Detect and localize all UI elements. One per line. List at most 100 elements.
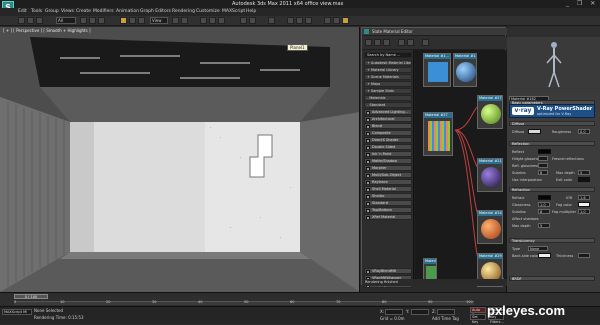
window-controls[interactable]: _ ❐ ✕ [566,0,598,7]
set-key-button[interactable]: Set Key [470,314,486,324]
max-depth-field[interactable]: 5 [578,170,590,175]
ior-field[interactable]: 1.6 [578,195,590,200]
select-rotate-button[interactable] [129,17,136,24]
select-object-button[interactable] [80,17,87,24]
menu-item-animation[interactable]: Animation [116,9,139,14]
pick-material-button[interactable] [365,39,372,46]
menu-item-tools[interactable]: Tools [31,9,42,14]
mirror-button[interactable] [240,17,247,24]
browser-item[interactable]: Composite [364,130,412,136]
select-move-button[interactable] [120,17,127,24]
back-side-color-swatch[interactable] [538,253,551,258]
link-button[interactable] [36,17,43,24]
browser-item[interactable]: VRayBlendMtl [364,268,412,274]
menu-item-modifiers[interactable]: Modifiers [93,9,114,14]
y-coordinate-field[interactable] [411,309,429,315]
show-map-button[interactable] [398,39,405,46]
browser-item[interactable]: Advanced Lighting... [364,109,412,115]
section-reflection[interactable]: Reflection [509,141,595,146]
node-material-4[interactable]: Material #24 [477,210,503,244]
browser-item[interactable]: DirectX Shader [364,137,412,143]
node-texture[interactable]: Material #27 [423,112,453,156]
menu-item-help[interactable]: Help [246,9,256,14]
material-editor-button[interactable] [305,17,312,24]
node-material-1[interactable]: Material #1... [453,53,477,87]
menu-item-rendering[interactable]: Rendering [172,9,195,14]
browser-group-samples[interactable]: + Sample Slots [364,88,412,94]
schematic-view-button[interactable] [296,17,303,24]
undo-button[interactable] [18,17,25,24]
browser-item[interactable]: Shell Material [364,186,412,192]
manipulate-button[interactable] [181,17,188,24]
menu-item-create[interactable]: Create [76,9,91,14]
select-scale-button[interactable] [138,17,145,24]
redo-button[interactable] [27,17,34,24]
browser-group-scene[interactable]: + Scene Materials [364,74,412,80]
browser-item[interactable]: Top/Bottom [364,207,412,213]
browser-item[interactable]: Matte/Shadow [364,158,412,164]
delete-selected-button[interactable] [383,39,390,46]
show-background-button[interactable] [407,39,414,46]
reflect-color-swatch[interactable] [538,149,551,154]
browser-item[interactable]: Shellac [364,193,412,199]
maxscript-listener[interactable]: MAXScript Mi [2,309,32,315]
rendered-frame-window-button[interactable] [333,17,340,24]
menu-item-edit[interactable]: Edit [18,9,27,14]
browser-group-library[interactable]: + Material Library [364,67,412,73]
node-bitmap[interactable]: Material #1... [423,53,451,87]
browser-item[interactable]: Multi/Sub-Object [364,172,412,178]
node-material-3[interactable]: Material #21 [477,158,503,192]
hilight-glossiness-field[interactable] [538,156,548,161]
fog-color-swatch[interactable] [578,202,590,207]
percent-snap-button[interactable] [218,17,225,24]
browser-group-maps[interactable]: + Maps [364,81,412,87]
refract-subdivs-field[interactable]: 8 [538,209,550,214]
rollout-brdf[interactable]: BRDF [509,276,595,281]
refl-glossiness-field[interactable] [538,163,548,168]
x-coordinate-field[interactable] [385,309,403,315]
selection-filter-dropdown[interactable]: All [56,17,76,24]
select-by-name-button[interactable] [89,17,96,24]
region-select-button[interactable] [98,17,105,24]
perspective-viewport[interactable]: [ + ] [ Perspective ] [ Smooth + Highlig… [0,27,360,292]
browser-group-standard[interactable]: - Standard [364,102,412,108]
material-node-view[interactable]: Material #1... Material #1... Material #… [415,50,507,287]
menu-item-graph-editors[interactable]: Graph Editors [140,9,171,14]
browser-item[interactable]: Architectural [364,116,412,122]
pivot-button[interactable] [172,17,179,24]
auto-key-button[interactable]: Auto Key [470,307,486,317]
browser-item[interactable]: Double Sided [364,144,412,150]
menu-item-group[interactable]: Group [45,9,59,14]
refract-max-depth-field[interactable]: 5 [538,223,550,228]
section-diffuse[interactable]: Diffuse [509,121,595,126]
browser-item[interactable]: Blend [364,123,412,129]
browser-item[interactable]: Raytrace [364,179,412,185]
assign-material-button[interactable] [374,39,381,46]
browser-item[interactable]: XRef Material [364,214,412,220]
browser-item[interactable]: Standard [364,200,412,206]
refract-color-swatch[interactable] [538,195,551,200]
menu-item-maxscript[interactable]: MAXScript [222,9,245,14]
browser-item[interactable]: Ink 'n Paint [364,151,412,157]
section-translucency[interactable]: Translucency [509,238,595,243]
roughness-field[interactable]: 0.0 [578,129,590,134]
render-setup-button[interactable] [324,17,331,24]
browser-group-autodesk[interactable]: + Autodesk Material Library [364,60,412,66]
exit-color-swatch[interactable] [578,177,590,182]
viewport-label[interactable]: [ + ] [ Perspective ] [ Smooth + Highlig… [3,28,91,33]
reference-coord-dropdown[interactable]: View [150,17,168,24]
fresnel-checkbox-label[interactable]: Fresnel reflections [552,157,584,161]
affect-shadows-label[interactable]: Affect shadows [512,217,539,221]
thickness-field[interactable] [578,253,590,258]
section-refraction[interactable]: Refraction [509,187,595,192]
angle-snap-button[interactable] [209,17,216,24]
menu-item-customize[interactable]: Customize [196,9,220,14]
layer-manager-button[interactable] [268,17,275,24]
browser-group-materials[interactable]: - Materials [364,95,412,101]
glossiness-field[interactable]: 1.0 [538,202,550,207]
z-coordinate-field[interactable] [437,309,455,315]
browser-item[interactable]: Morpher [364,165,412,171]
fog-multiplier-field[interactable]: 1.0 [578,209,590,214]
diffuse-color-swatch[interactable] [528,129,541,134]
align-button[interactable] [249,17,256,24]
